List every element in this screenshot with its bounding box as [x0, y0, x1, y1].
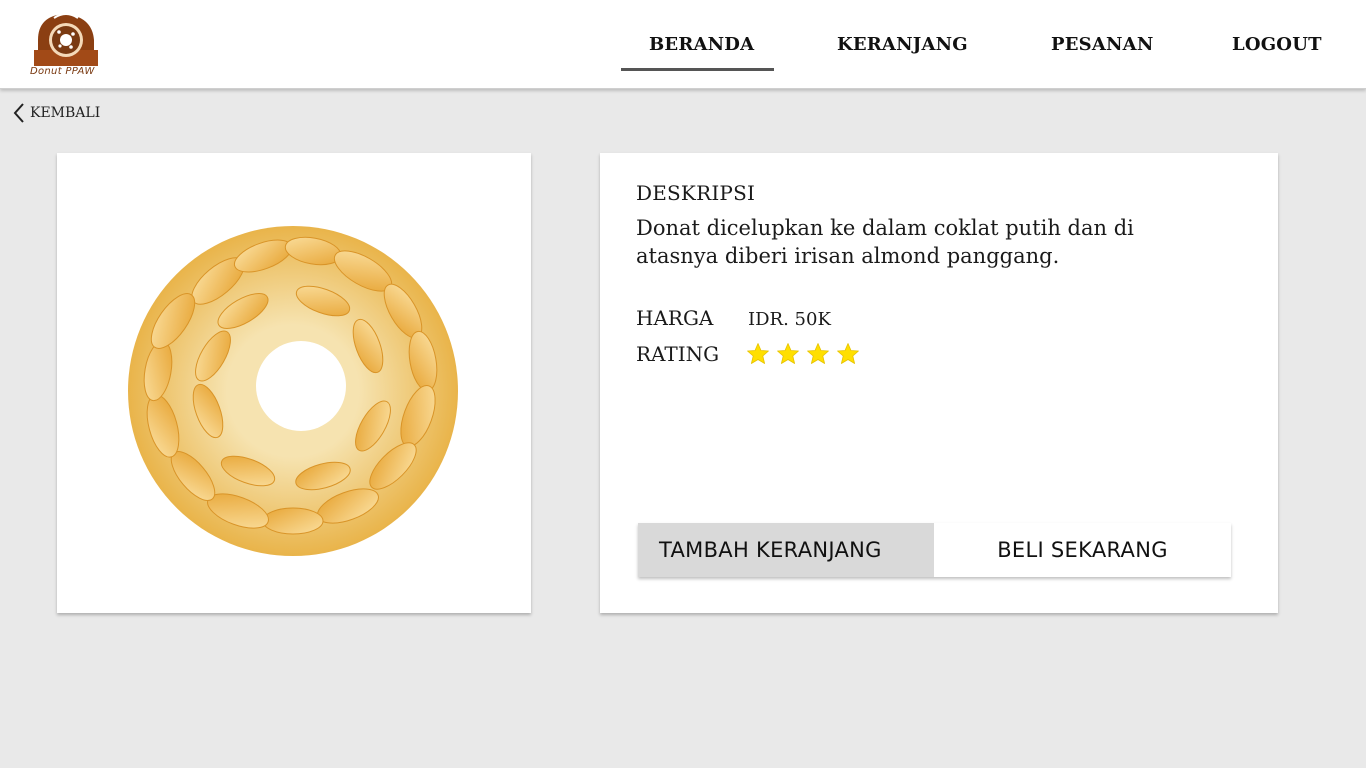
action-buttons: TAMBAH KERANJANG BELI SEKARANG: [638, 523, 1231, 577]
description-title: DESKRIPSI: [636, 181, 756, 205]
product-info-card: DESKRIPSI Donat dicelupkan ke dalam cokl…: [600, 153, 1278, 613]
donut-logo-icon: [34, 13, 98, 66]
star-icon: [777, 343, 799, 364]
brand-logo[interactable]: Donut PPAW: [26, 10, 106, 82]
product-image-card: [57, 153, 531, 613]
buy-now-button[interactable]: BELI SEKARANG: [934, 523, 1231, 577]
add-to-cart-button[interactable]: TAMBAH KERANJANG: [638, 523, 934, 577]
price-value: IDR. 50K: [748, 309, 831, 330]
navbar: Donut PPAW BERANDA KERANJANG PESANAN LOG…: [0, 0, 1366, 89]
back-label: KEMBALI: [30, 105, 101, 121]
chevron-left-icon: [13, 103, 24, 123]
star-icon: [807, 343, 829, 364]
nav-beranda[interactable]: BERANDA: [649, 34, 754, 55]
active-nav-indicator: [621, 68, 774, 71]
back-link[interactable]: KEMBALI: [12, 102, 100, 124]
product-image: [123, 211, 469, 557]
description-text: Donat dicelupkan ke dalam coklat putih d…: [636, 216, 1134, 268]
price-label: HARGA: [636, 306, 714, 330]
brand-name: Donut PPAW: [30, 66, 95, 77]
star-icon: [837, 343, 859, 364]
almond-donut-image: [128, 226, 458, 556]
nav-pesanan[interactable]: PESANAN: [1051, 34, 1154, 55]
rating-label: RATING: [636, 342, 720, 366]
rating-stars: [746, 342, 860, 366]
nav-keranjang[interactable]: KERANJANG: [837, 34, 968, 55]
nav-logout[interactable]: LOGOUT: [1232, 34, 1322, 55]
star-icon: [747, 343, 769, 364]
